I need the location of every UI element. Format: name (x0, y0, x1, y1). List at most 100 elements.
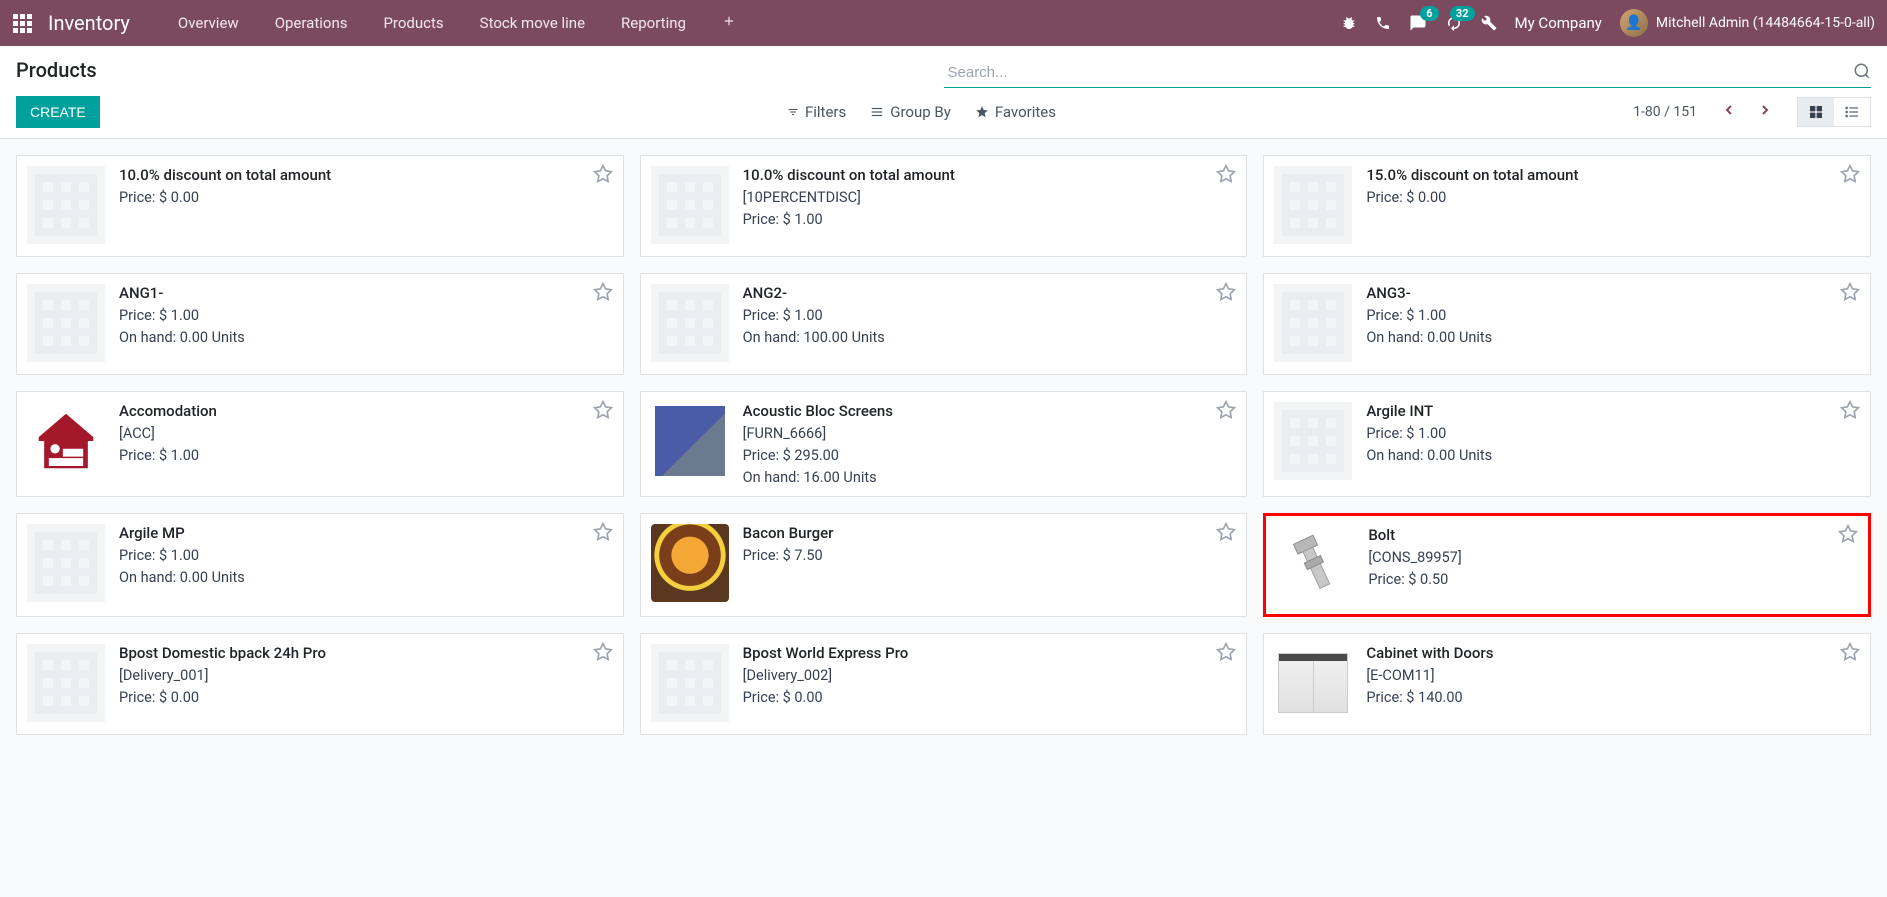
product-name: ANG1- (119, 284, 613, 302)
nav-stock-move-line[interactable]: Stock move line (462, 2, 603, 44)
star-icon[interactable] (593, 522, 613, 546)
star-icon[interactable] (1216, 400, 1236, 424)
product-onhand: On hand: 0.00 Units (119, 329, 613, 346)
product-price: Price: $ 0.00 (1366, 189, 1860, 206)
product-image (651, 524, 729, 602)
activities-badge: 32 (1450, 6, 1475, 21)
activities-icon[interactable]: 32 (1445, 14, 1463, 32)
product-onhand: On hand: 0.00 Units (119, 569, 613, 586)
product-price: Price: $ 0.00 (119, 189, 613, 206)
user-name: Mitchell Admin (14484664-15-0-all) (1656, 15, 1875, 31)
product-name: Cabinet with Doors (1366, 644, 1860, 662)
product-card[interactable]: Argile MPPrice: $ 1.00On hand: 0.00 Unit… (16, 513, 624, 617)
phone-icon[interactable] (1375, 15, 1391, 31)
product-ref: [10PERCENTDISC] (743, 189, 1237, 206)
product-image (1274, 402, 1352, 480)
kanban-view: 10.0% discount on total amountPrice: $ 0… (0, 139, 1887, 751)
search-input[interactable] (944, 58, 1872, 88)
avatar: 👤 (1620, 9, 1648, 37)
nav-operations[interactable]: Operations (257, 2, 366, 44)
product-image (27, 644, 105, 722)
star-icon[interactable] (1840, 164, 1860, 188)
product-image (27, 402, 105, 480)
product-price: Price: $ 1.00 (119, 307, 613, 324)
star-icon[interactable] (1840, 642, 1860, 666)
product-card[interactable]: 10.0% discount on total amount[10PERCENT… (640, 155, 1248, 257)
product-card[interactable]: Cabinet with Doors[E-COM11]Price: $ 140.… (1263, 633, 1871, 735)
product-card[interactable]: Bacon Burger Price: $ 7.50 (640, 513, 1248, 617)
debug-icon[interactable] (1341, 15, 1357, 31)
product-price: Price: $ 295.00 (743, 447, 1237, 464)
product-name: Argile INT (1366, 402, 1860, 420)
filters-button[interactable]: Filters (787, 103, 846, 121)
tools-icon[interactable] (1481, 15, 1497, 31)
star-icon[interactable] (1216, 164, 1236, 188)
product-price: Price: $ 1.00 (119, 547, 613, 564)
product-image (651, 402, 729, 480)
product-card[interactable]: 10.0% discount on total amountPrice: $ 0… (16, 155, 624, 257)
product-card[interactable]: Bolt[CONS_89957]Price: $ 0.50 (1263, 513, 1871, 617)
product-price: Price: $ 1.00 (119, 447, 613, 464)
product-image (651, 644, 729, 722)
nav-products[interactable]: Products (365, 2, 461, 44)
product-card[interactable]: Accomodation[ACC]Price: $ 1.00 (16, 391, 624, 497)
product-card[interactable]: Argile INT Price: $ 1.00 On hand: 0.00 Uni… (1263, 391, 1871, 497)
star-icon[interactable] (1840, 282, 1860, 306)
list-view-icon[interactable] (1834, 98, 1870, 126)
app-brand[interactable]: Inventory (48, 11, 130, 35)
pager-prev-icon[interactable] (1713, 98, 1745, 126)
product-onhand: On hand: 16.00 Units (743, 469, 1237, 486)
product-price: Price: $ 0.00 (743, 689, 1237, 706)
nav-menu: Overview Operations Products Stock move … (160, 2, 754, 44)
product-image (1274, 166, 1352, 244)
product-price: Price: $ 1.00 (1366, 425, 1860, 442)
product-image (1274, 644, 1352, 722)
product-name: 15.0% discount on total amount (1366, 166, 1860, 184)
nav-systray: 6 32 (1341, 14, 1497, 32)
product-image (27, 284, 105, 362)
star-icon[interactable] (593, 642, 613, 666)
star-icon[interactable] (1216, 522, 1236, 546)
product-onhand: On hand: 0.00 Units (1366, 447, 1860, 464)
product-name: Bpost World Express Pro (743, 644, 1237, 662)
pager-next-icon[interactable] (1749, 98, 1781, 126)
product-card[interactable]: ANG2-Price: $ 1.00On hand: 100.00 Units (640, 273, 1248, 375)
product-ref: [Delivery_002] (743, 667, 1237, 684)
star-icon[interactable] (1840, 400, 1860, 424)
kanban-view-icon[interactable] (1798, 98, 1834, 126)
main-navbar: Inventory Overview Operations Products S… (0, 0, 1887, 46)
apps-icon[interactable] (8, 9, 36, 37)
user-menu[interactable]: 👤 Mitchell Admin (14484664-15-0-all) (1620, 9, 1879, 37)
control-panel: Products CREATE Filters Group By Favorit… (0, 46, 1887, 139)
star-icon[interactable] (1838, 524, 1858, 548)
product-name: Bpost Domestic bpack 24h Pro (119, 644, 613, 662)
product-name: ANG3- (1366, 284, 1860, 302)
star-icon[interactable] (1216, 282, 1236, 306)
nav-new-icon[interactable] (704, 2, 754, 44)
nav-reporting[interactable]: Reporting (603, 2, 704, 44)
company-selector[interactable]: My Company (1515, 14, 1602, 32)
groupby-button[interactable]: Group By (870, 103, 951, 121)
favorites-button[interactable]: Favorites (975, 103, 1056, 121)
create-button[interactable]: CREATE (16, 96, 100, 128)
nav-overview[interactable]: Overview (160, 2, 257, 44)
star-icon[interactable] (593, 400, 613, 424)
product-name: ANG2- (743, 284, 1237, 302)
product-name: Accomodation (119, 402, 613, 420)
product-card[interactable]: 15.0% discount on total amount Price: $ 0… (1263, 155, 1871, 257)
star-icon[interactable] (593, 164, 613, 188)
product-card[interactable]: Bpost World Express Pro [Delivery_002] Pri… (640, 633, 1248, 735)
star-icon[interactable] (593, 282, 613, 306)
product-card[interactable]: ANG1- Price: $ 1.00 On hand: 0.00 Units (16, 273, 624, 375)
product-card[interactable]: ANG3-Price: $ 1.00On hand: 0.00 Units (1263, 273, 1871, 375)
messaging-icon[interactable]: 6 (1409, 14, 1427, 32)
product-price: Price: $ 7.50 (743, 547, 1237, 564)
product-image (651, 166, 729, 244)
product-card[interactable]: Bpost Domestic bpack 24h Pro[Delivery_00… (16, 633, 624, 735)
product-card[interactable]: Acoustic Bloc Screens[FURN_6666]Price: $… (640, 391, 1248, 497)
search-icon[interactable] (1853, 62, 1871, 84)
pager-text[interactable]: 1-80 / 151 (1633, 104, 1697, 120)
star-icon[interactable] (1216, 642, 1236, 666)
product-price: Price: $ 1.00 (743, 307, 1237, 324)
product-name: Bacon Burger (743, 524, 1237, 542)
